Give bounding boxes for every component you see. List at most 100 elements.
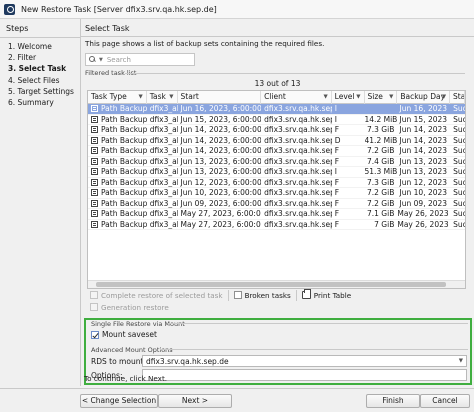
table-body: Path Backupdfix3_allJun 16, 2023, 6:00:0… (88, 104, 465, 230)
complete-restore-checkbox[interactable] (90, 291, 98, 299)
broken-tasks-checkbox[interactable] (233, 291, 242, 299)
horizontal-scrollbar[interactable] (88, 280, 465, 288)
divider (125, 73, 465, 74)
cell-level: F (334, 146, 340, 155)
path-backup-icon (91, 136, 98, 144)
cell-backup-day: Jun 16, 2023 (399, 104, 448, 113)
chevron-down-icon[interactable]: ▼ (99, 57, 103, 63)
cancel-button[interactable]: Cancel (420, 394, 470, 408)
table-row[interactable]: Path Backupdfix3_allJun 16, 2023, 6:00:0… (88, 104, 465, 115)
complete-restore-option[interactable]: Complete restore of selected task (90, 291, 223, 300)
page-title: Select Task (81, 19, 474, 37)
broken-tasks-option[interactable]: Broken tasks (233, 291, 291, 300)
chevron-down-icon: ▼ (323, 94, 328, 100)
cell-task-type: Path Backup (88, 115, 147, 125)
cell-client: dfix3.srv.qa.hk.sep.de (264, 209, 332, 218)
generation-restore-checkbox[interactable] (90, 303, 98, 311)
table-row[interactable]: Path Backupdfix3_allMay 27, 2023, 6:00:0… (88, 219, 465, 230)
path-backup-icon (91, 115, 98, 123)
step-summary: 6. Summary (8, 97, 54, 107)
cell-task-type: Path Backup (88, 220, 147, 230)
path-backup-icon (91, 199, 98, 207)
column-status[interactable]: Sta (450, 91, 465, 104)
cell-task-type: Path Backup (88, 178, 147, 188)
scrollbar-thumb[interactable] (96, 282, 446, 287)
path-backup-icon (91, 189, 98, 196)
next-button[interactable]: Next > (158, 394, 232, 408)
step-select-task: 3. Select Task (8, 64, 67, 74)
cell-client: dfix3.srv.qa.hk.sep.de (264, 125, 332, 134)
column-task-type[interactable]: Task Type ▼ (88, 91, 147, 104)
cell-level: F (334, 177, 340, 187)
chevron-down-icon: ▼ (441, 94, 447, 100)
cell-status: Suc (453, 198, 465, 208)
print-table-button[interactable]: Print Table (301, 289, 351, 300)
mount-saveset-option[interactable]: Mount saveset (91, 330, 157, 339)
cell-start: Jun 12, 2023, 6:00:00 AM (180, 177, 262, 187)
window-title: New Restore Task [Server dfix3.srv.qa.hk… (21, 4, 217, 14)
column-backup-day[interactable]: Backup Day ▼ (397, 91, 451, 104)
column-level[interactable]: Level ▼ (332, 91, 365, 104)
options-input[interactable] (142, 369, 467, 381)
rds-selected-value: dfix3.srv.qa.hk.sep.de (146, 357, 229, 366)
cell-size (365, 104, 398, 114)
cell-task-type: Path Backup (88, 136, 147, 146)
cell-task: dfix3_all (149, 167, 178, 176)
cell-client: dfix3.srv.qa.hk.sep.de (264, 146, 332, 155)
change-selection-button[interactable]: < Change Selection (80, 394, 158, 408)
cell-task: dfix3_all (149, 135, 178, 145)
table-row[interactable]: Path Backupdfix3_allJun 13, 2023, 6:00:0… (88, 156, 465, 167)
cell-client: dfix3.srv.qa.hk.sep.de (264, 188, 332, 197)
divider (160, 349, 468, 350)
cell-size: 14.2 MiB (364, 114, 398, 124)
cell-task: dfix3_all (149, 198, 178, 208)
search-icon (89, 55, 97, 64)
path-backup-icon (91, 105, 98, 112)
path-backup-icon (91, 168, 98, 175)
cell-status: Suc (453, 188, 465, 197)
column-start[interactable]: Start (178, 91, 262, 104)
table-row[interactable]: Path Backupdfix3_allMay 27, 2023, 6:00:0… (88, 209, 465, 220)
cell-start: Jun 13, 2023, 6:00:00 AM (180, 167, 262, 176)
cell-backup-day: Jun 14, 2023 (399, 146, 448, 155)
cell-status: Suc (453, 125, 465, 134)
table-row[interactable]: Path Backupdfix3_allJun 13, 2023, 6:00:0… (88, 167, 465, 178)
generation-restore-option[interactable]: Generation restore (90, 303, 169, 312)
title-bar: New Restore Task [Server dfix3.srv.qa.hk… (0, 0, 474, 19)
table-row[interactable]: Path Backupdfix3_allJun 10, 2023, 6:00:0… (88, 188, 465, 199)
cell-task: dfix3_all (149, 114, 178, 124)
chevron-down-icon[interactable]: ▼ (459, 356, 463, 367)
cell-start: Jun 14, 2023, 6:00:00 AM (180, 146, 262, 155)
cell-size: 7.1 GiB (366, 209, 395, 218)
cell-start: Jun 16, 2023, 6:00:00 AM (180, 104, 262, 113)
cell-start: Jun 09, 2023, 6:00:00 AM (180, 198, 262, 208)
rds-select[interactable]: dfix3.srv.qa.hk.sep.de ▼ (142, 355, 467, 367)
table-row[interactable]: Path Backupdfix3_allJun 12, 2023, 6:00:0… (88, 177, 465, 188)
column-client[interactable]: Client ▼ (261, 91, 332, 104)
chevron-down-icon: ▼ (389, 94, 394, 100)
finish-button[interactable]: Finish (366, 394, 420, 408)
cell-level: F (334, 209, 340, 218)
table-row[interactable]: Path Backupdfix3_allJun 14, 2023, 6:00:0… (88, 135, 465, 146)
table-row[interactable]: Path Backupdfix3_allJun 15, 2023, 6:00:0… (88, 114, 465, 125)
mount-saveset-checkbox[interactable] (91, 330, 99, 339)
path-backup-icon (91, 126, 98, 133)
cell-level: I (334, 104, 337, 113)
table-row[interactable]: Path Backupdfix3_allJun 14, 2023, 6:00:0… (88, 146, 465, 157)
single-file-restore-label: Single File Restore via Mount (91, 320, 185, 328)
search-field[interactable]: ▼ Search (85, 53, 195, 66)
cell-task-type: Path Backup (88, 209, 147, 219)
cell-backup-day: Jun 13, 2023 (399, 156, 448, 166)
cell-backup-day: Jun 14, 2023 (399, 135, 448, 145)
column-size[interactable]: Size ▼ (365, 91, 398, 104)
path-backup-icon (91, 147, 98, 154)
task-table[interactable]: Task Type ▼ Task ▼ Start Client ▼ Level ▼ Si… (87, 90, 466, 289)
column-task[interactable]: Task ▼ (147, 91, 178, 104)
step-welcome: 1. Welcome (8, 42, 52, 51)
table-row[interactable]: Path Backupdfix3_allJun 09, 2023, 6:00:0… (88, 198, 465, 209)
table-options: Complete restore of selected task Broken… (90, 289, 351, 301)
table-row[interactable]: Path Backupdfix3_allJun 14, 2023, 6:00:0… (88, 125, 465, 136)
cell-task-type: Path Backup (88, 199, 147, 209)
cell-task: dfix3_all (149, 156, 178, 166)
cell-client: dfix3.srv.qa.hk.sep.de (264, 219, 332, 229)
